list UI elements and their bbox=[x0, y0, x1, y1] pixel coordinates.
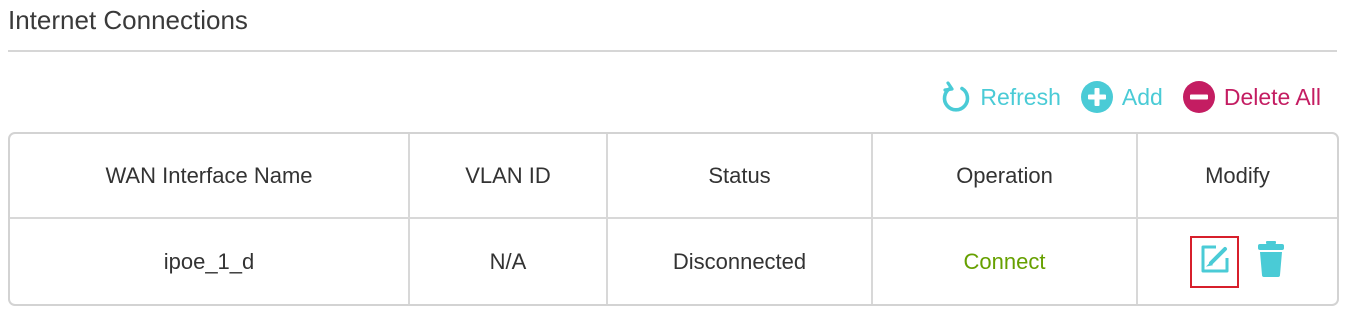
add-label: Add bbox=[1121, 84, 1163, 110]
refresh-icon bbox=[941, 80, 971, 114]
delete-all-button[interactable]: Delete All bbox=[1182, 80, 1321, 114]
minus-circle-icon bbox=[1182, 81, 1215, 113]
table-toolbar: Refresh Add Delete All bbox=[941, 80, 1321, 114]
cell-status: Disconnected bbox=[607, 218, 873, 304]
connect-link[interactable]: Connect bbox=[964, 249, 1046, 274]
column-header-status: Status bbox=[607, 134, 873, 219]
plus-circle-icon bbox=[1080, 81, 1113, 113]
add-button[interactable]: Add bbox=[1080, 80, 1163, 114]
cell-modify bbox=[1137, 218, 1337, 304]
cell-vlan-id: N/A bbox=[409, 218, 608, 304]
refresh-button[interactable]: Refresh bbox=[941, 80, 1061, 114]
delete-button[interactable] bbox=[1257, 240, 1285, 283]
cell-wan-interface-name: ipoe_1_d bbox=[10, 218, 410, 304]
page-title: Internet Connections bbox=[8, 5, 248, 35]
column-header-operation: Operation bbox=[872, 134, 1138, 219]
refresh-label: Refresh bbox=[980, 84, 1061, 110]
edit-icon bbox=[1199, 243, 1231, 281]
table-header-row: WAN Interface Name VLAN ID Status Operat… bbox=[10, 134, 1337, 219]
table-row: ipoe_1_d N/A Disconnected Connect bbox=[10, 218, 1337, 304]
column-header-vlan-id: VLAN ID bbox=[409, 134, 608, 219]
cell-operation: Connect bbox=[872, 218, 1138, 304]
column-header-modify: Modify bbox=[1137, 134, 1337, 219]
delete-all-label: Delete All bbox=[1223, 84, 1321, 110]
title-divider bbox=[8, 50, 1337, 52]
edit-button[interactable] bbox=[1190, 235, 1239, 288]
wan-connections-table: WAN Interface Name VLAN ID Status Operat… bbox=[8, 132, 1339, 306]
trash-icon bbox=[1258, 240, 1284, 283]
column-header-wan-interface-name: WAN Interface Name bbox=[10, 134, 410, 219]
